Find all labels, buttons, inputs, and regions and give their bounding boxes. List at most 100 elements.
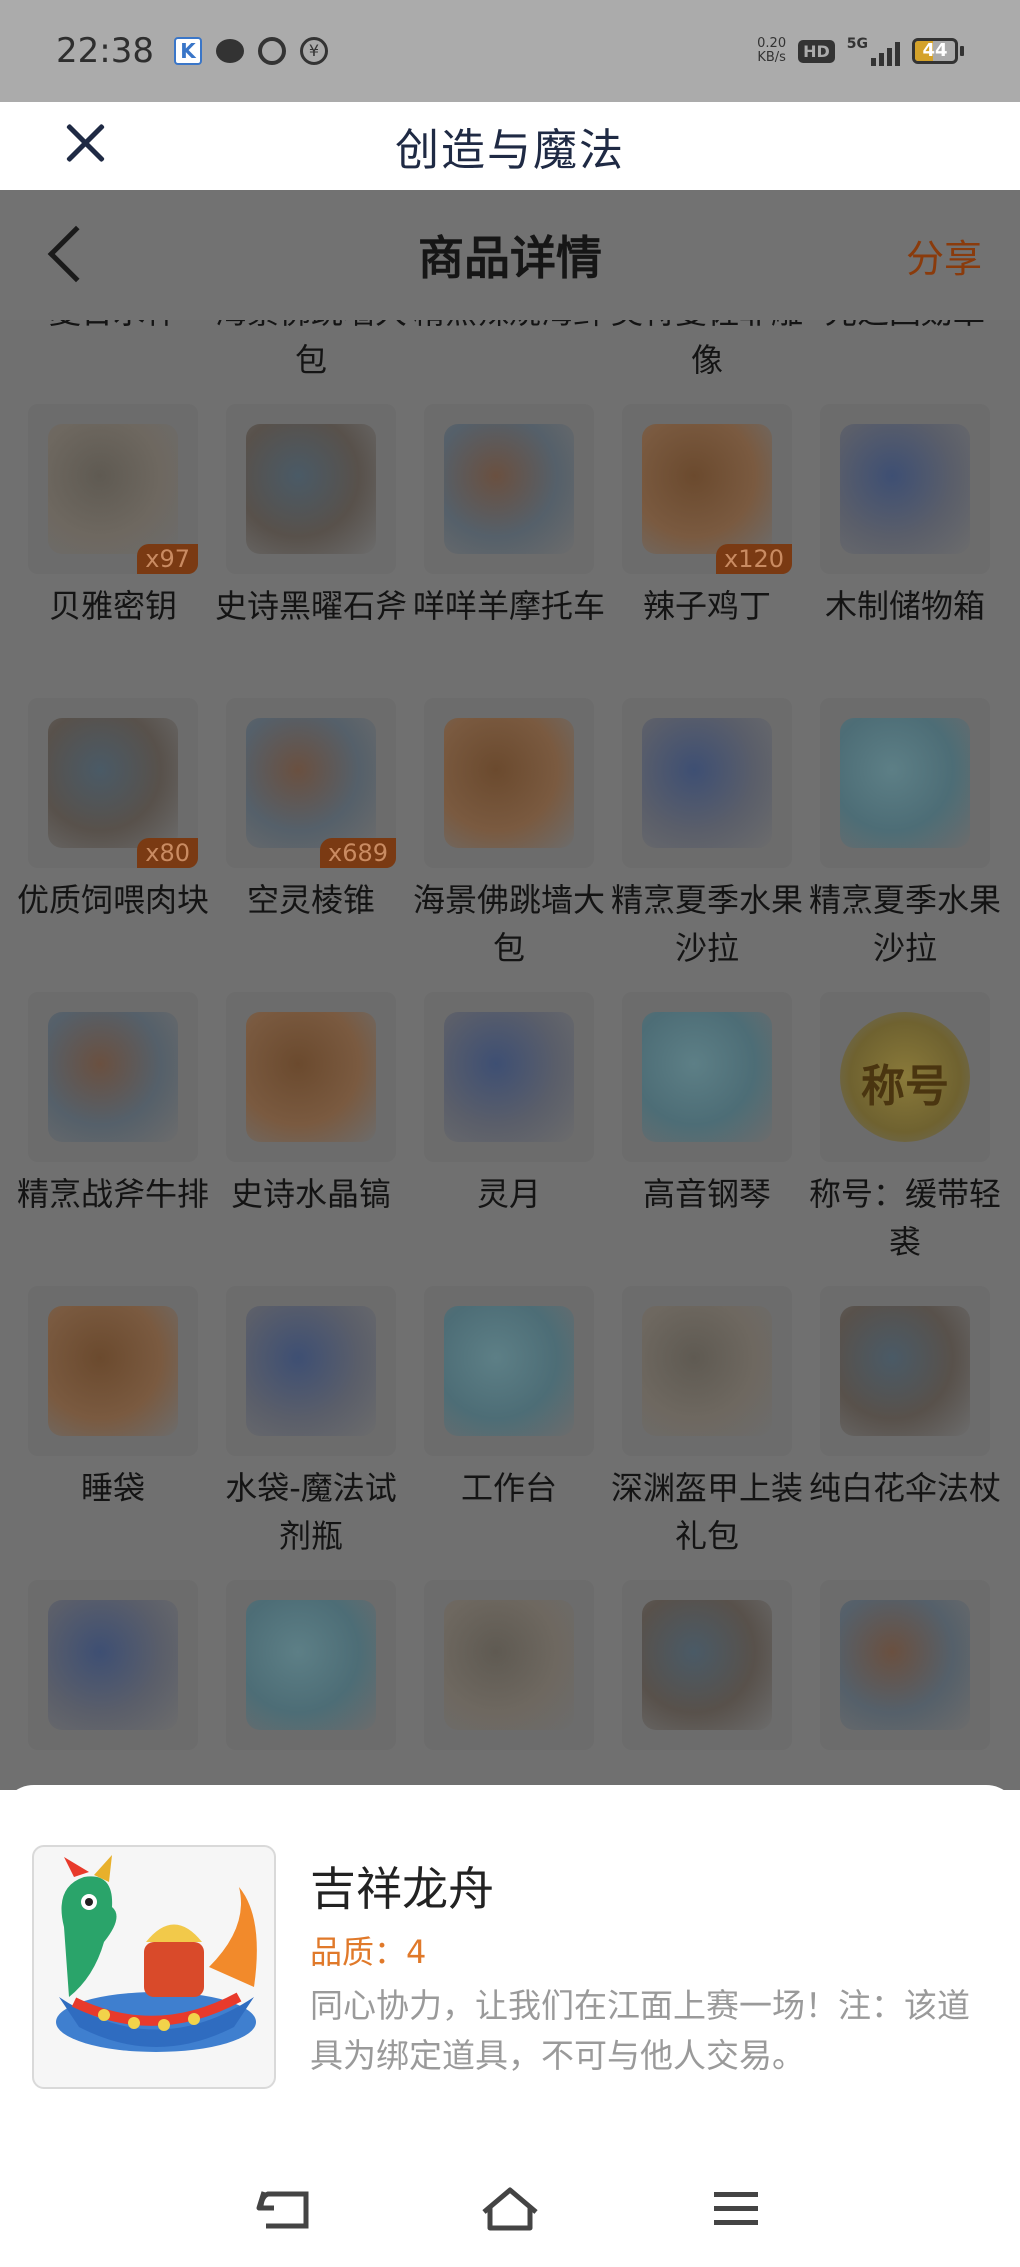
item-name-label: 灵月 [476, 1175, 541, 1213]
item-card[interactable]: 海景佛跳墙大包 [413, 698, 605, 988]
close-icon[interactable] [58, 116, 112, 170]
item-name-label: 夏日水杯 [16, 320, 210, 336]
item-image [28, 1286, 198, 1456]
item-art [48, 1012, 178, 1142]
item-card[interactable]: 夏日水杯 [28, 320, 198, 400]
item-art [840, 424, 970, 554]
item-card[interactable] [226, 1580, 396, 1790]
item-card[interactable]: 高音钢琴 [622, 992, 792, 1282]
quantity-badge: x80 [137, 838, 198, 868]
item-image [820, 698, 990, 868]
signal-bar [879, 53, 884, 66]
dragon-boat-icon [56, 1855, 257, 2052]
item-image [424, 698, 594, 868]
signal-bar [871, 58, 876, 66]
item-image [226, 992, 396, 1162]
item-card[interactable]: 精烹战斧牛排 [17, 992, 209, 1282]
item-name-label: 优质饲喂肉块 [16, 881, 209, 919]
mini-program-bar: 创造与魔法 [0, 102, 1020, 190]
item-name-label: 史诗黑曜石斧 [214, 587, 407, 625]
item-image [28, 992, 198, 1162]
item-grid: 夏日水杯海景佛跳墙大包精烹辣烧海鲜奥特曼佐菲雕像x620光之国勋章x97贝雅密钥… [0, 320, 1020, 1790]
status-bar: 22:38 K ¥ 0.20 KB/s HD 5G 44 [0, 0, 1020, 102]
item-art [246, 1306, 376, 1436]
item-card[interactable]: x689 空灵棱锥 [226, 698, 396, 988]
item-image [820, 1286, 990, 1456]
item-card[interactable] [424, 1580, 594, 1790]
item-art [246, 1012, 376, 1142]
item-name-label: 咩咩羊摩托车 [412, 587, 605, 625]
item-art [444, 1600, 574, 1730]
item-card[interactable]: x620光之国勋章 [820, 320, 990, 400]
system-nav-bar [0, 2150, 1020, 2267]
item-image: 称号 [820, 992, 990, 1162]
quantity-badge: x689 [319, 838, 396, 868]
item-image [226, 1286, 396, 1456]
network-speed-value: 0.20 [757, 36, 787, 51]
system-icons: 0.20 KB/s HD 5G 44 [757, 36, 964, 66]
item-card[interactable]: 木制储物箱 [820, 404, 990, 694]
menu-nav-icon[interactable] [706, 2186, 766, 2232]
item-name-label: 高音钢琴 [642, 1175, 771, 1213]
item-image [622, 1286, 792, 1456]
item-art [444, 718, 574, 848]
item-art [642, 718, 772, 848]
item-art [840, 1600, 970, 1730]
item-card[interactable] [28, 1580, 198, 1790]
item-card[interactable]: 史诗水晶镐 [226, 992, 396, 1282]
grid-row: 睡袋 水袋-魔法试剂瓶 工作台 深渊盔甲上装礼包 纯白花伞法杖 [0, 1286, 1020, 1580]
item-card[interactable] [820, 1580, 990, 1790]
item-image [424, 1286, 594, 1456]
item-image [622, 992, 792, 1162]
item-image: x97 [28, 404, 198, 574]
item-art [48, 718, 178, 848]
item-card[interactable]: 史诗黑曜石斧 [215, 404, 407, 694]
item-image [622, 1580, 792, 1750]
clock: 22:38 [56, 31, 154, 71]
item-card[interactable] [622, 1580, 792, 1790]
item-card[interactable]: x80 优质饲喂肉块 [17, 698, 209, 988]
item-art [642, 424, 772, 554]
item-card[interactable]: 奥特曼佐菲雕像 [611, 320, 803, 400]
item-card[interactable]: 纯白花伞法杖 [809, 1286, 1001, 1576]
screen: 22:38 K ¥ 0.20 KB/s HD 5G 44 创造与魔法 商品详情 … [0, 0, 1020, 2267]
item-image: x80 [28, 698, 198, 868]
title-badge: 称号 [861, 1061, 949, 1112]
item-card[interactable]: x120 辣子鸡丁 [622, 404, 792, 694]
quantity-badge: x120 [715, 544, 792, 574]
item-card[interactable]: 精烹夏季水果沙拉 [611, 698, 803, 988]
notification-icons: K ¥ [173, 37, 328, 65]
item-art [840, 718, 970, 848]
item-card[interactable]: 海景佛跳墙大包 [215, 320, 407, 400]
back-nav-icon[interactable] [254, 2186, 314, 2232]
item-art [642, 1306, 772, 1436]
grid-row: 夏日水杯海景佛跳墙大包精烹辣烧海鲜奥特曼佐菲雕像 x620光之国勋章 [0, 320, 1020, 404]
item-card[interactable]: 睡袋 [28, 1286, 198, 1576]
item-art [246, 424, 376, 554]
item-card[interactable]: 水袋-魔法试剂瓶 [225, 1286, 397, 1576]
home-nav-icon[interactable] [480, 2186, 540, 2232]
grid-row [0, 1580, 1020, 1790]
item-image [820, 1580, 990, 1750]
item-name-label: 睡袋 [80, 1469, 145, 1507]
item-art [48, 1306, 178, 1436]
item-name-label: 称号：缓带轻裘 [808, 1175, 1001, 1261]
app-k-icon: K [173, 37, 202, 65]
item-card[interactable]: 咩咩羊摩托车 [413, 404, 605, 694]
dragon-boat-thumbnail [32, 1845, 276, 2089]
item-quality: 品质：4 [310, 1933, 427, 1971]
item-card[interactable]: 精烹夏季水果沙拉 [809, 698, 1001, 988]
page-header: 商品详情 分享 [0, 190, 1020, 320]
chevron-left-icon[interactable] [47, 225, 105, 283]
item-name-label: 木制储物箱 [824, 587, 985, 625]
item-name-label: 光之国勋章 [808, 320, 1002, 336]
share-button[interactable]: 分享 [906, 228, 982, 283]
item-card[interactable]: x97 贝雅密钥 [28, 404, 198, 694]
item-image [820, 404, 990, 574]
item-card[interactable]: 灵月 [424, 992, 594, 1282]
item-name-label: 海景佛跳墙大包 [215, 320, 407, 379]
item-card[interactable]: 工作台 [424, 1286, 594, 1576]
item-card[interactable]: 称号称号：缓带轻裘 [809, 992, 1001, 1282]
item-card[interactable]: 深渊盔甲上装礼包 [611, 1286, 803, 1576]
item-card[interactable]: 精烹辣烧海鲜 [413, 320, 605, 400]
